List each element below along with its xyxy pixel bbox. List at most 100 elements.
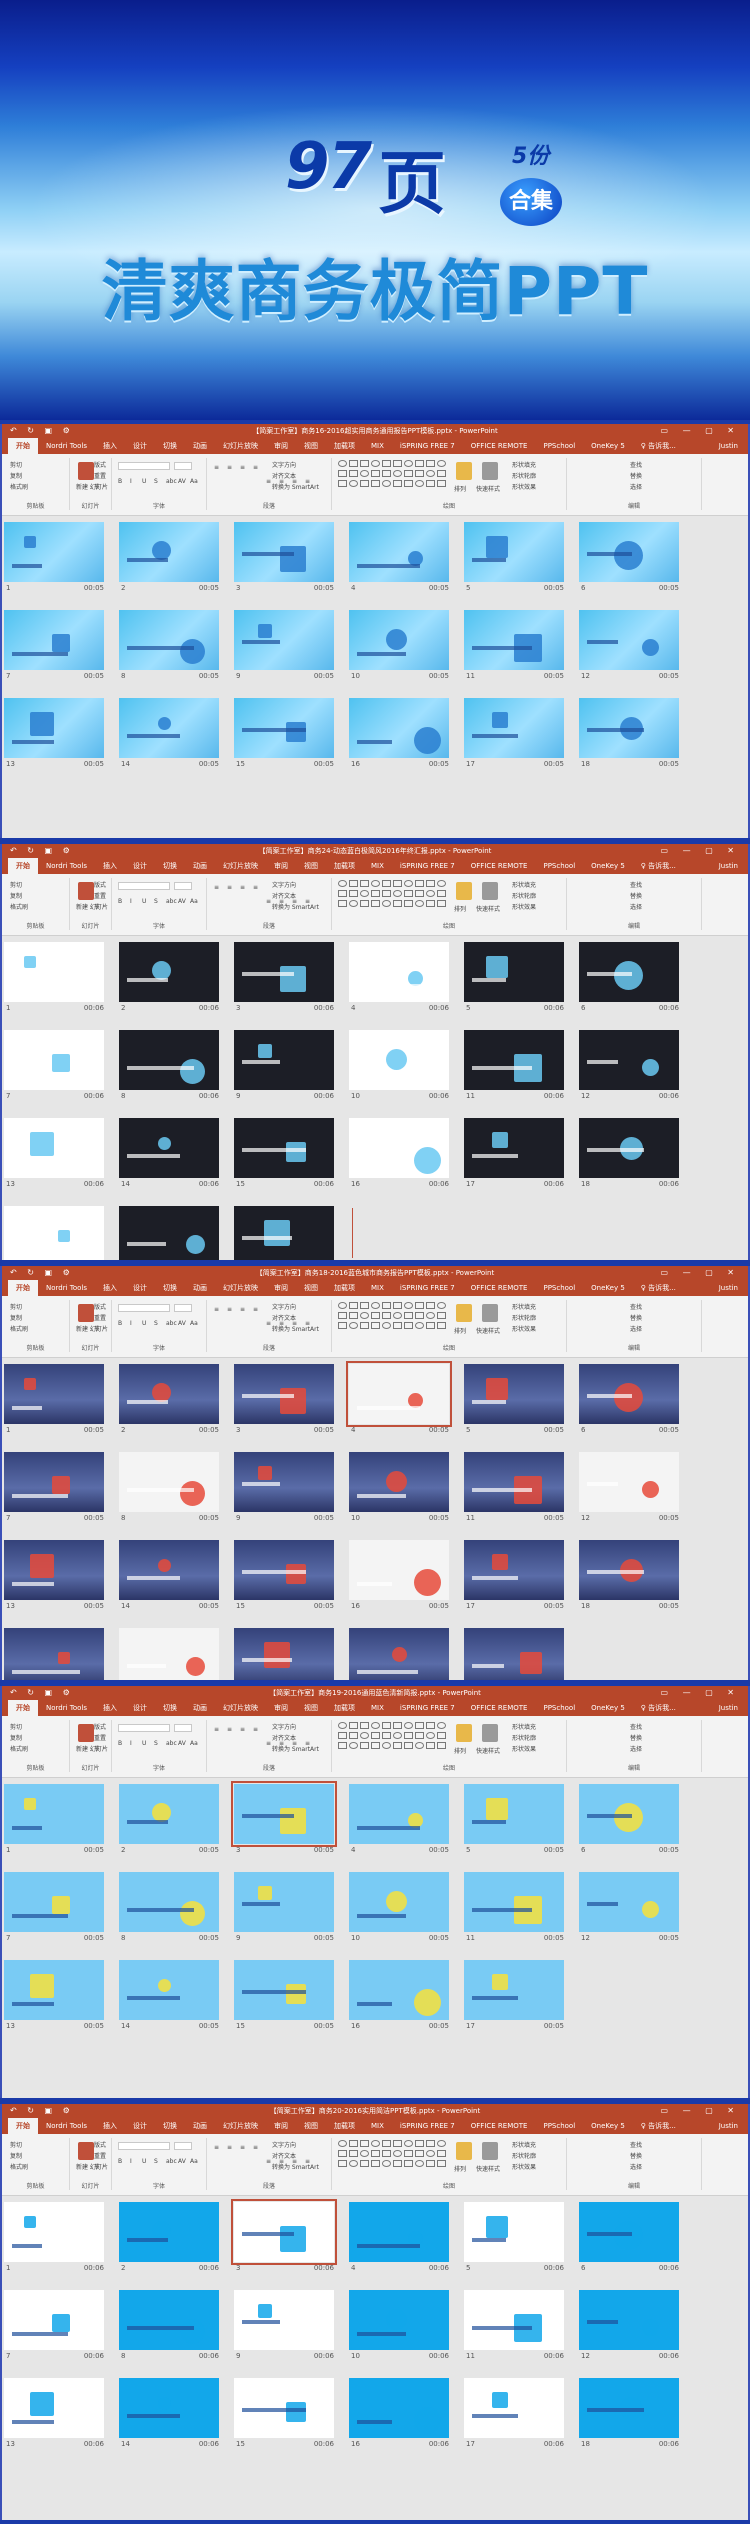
shape-gallery-item[interactable] xyxy=(360,2140,369,2147)
shape-gallery-item[interactable] xyxy=(338,2160,347,2167)
shape-gallery-item[interactable] xyxy=(371,460,380,467)
ribbon-tab[interactable]: 视图 xyxy=(296,1703,326,1713)
shape-gallery-item[interactable] xyxy=(437,470,446,477)
slide-thumbnail[interactable] xyxy=(4,2290,104,2350)
new-slide-icon[interactable] xyxy=(78,1304,94,1322)
ribbon-tab[interactable]: 加载项 xyxy=(326,2121,363,2131)
shape-gallery-item[interactable] xyxy=(426,900,435,907)
ribbon-tab[interactable]: 开始 xyxy=(8,858,38,874)
ribbon-tab[interactable]: 切换 xyxy=(155,1283,185,1293)
slide-thumbnail[interactable] xyxy=(579,942,679,1002)
edit-option[interactable]: 选择 xyxy=(630,482,642,491)
slide-thumbnail[interactable] xyxy=(464,2202,564,2262)
arrange-button[interactable]: 排列 xyxy=(454,1326,466,1335)
ribbon-tab[interactable]: iSPRING FREE 7 xyxy=(392,862,463,870)
shape-gallery-item[interactable] xyxy=(437,900,446,907)
slide-thumbnail[interactable] xyxy=(119,942,219,1002)
paragraph-icon[interactable]: ≡ xyxy=(240,1726,245,1733)
format-icon[interactable]: Aa xyxy=(190,2158,198,2165)
slide-thumbnail[interactable] xyxy=(464,1030,564,1090)
shape-gallery-item[interactable] xyxy=(371,470,380,477)
shape-gallery-item[interactable] xyxy=(437,1742,446,1749)
ribbon-tab[interactable]: 插入 xyxy=(95,2121,125,2131)
shape-gallery-item[interactable] xyxy=(426,460,435,467)
text-option[interactable]: 转换为 SmartArt xyxy=(272,1744,319,1753)
slide-thumbnail[interactable] xyxy=(349,522,449,582)
shape-gallery-item[interactable] xyxy=(382,1322,391,1329)
ribbon-tab[interactable]: OFFICE REMOTE xyxy=(463,2122,536,2130)
quick-styles-icon[interactable] xyxy=(482,462,498,480)
shape-gallery-item[interactable] xyxy=(382,1722,391,1729)
ribbon-tab[interactable]: OFFICE REMOTE xyxy=(463,442,536,450)
shape-gallery-item[interactable] xyxy=(393,880,402,887)
shape-option[interactable]: 形状轮廓 xyxy=(512,1313,536,1322)
slide-option[interactable]: 版式 xyxy=(94,1722,106,1731)
clipboard-button[interactable]: 剪切 xyxy=(10,1302,22,1311)
edit-option[interactable]: 替换 xyxy=(630,891,642,900)
clipboard-button[interactable]: 剪切 xyxy=(10,880,22,889)
shape-gallery-item[interactable] xyxy=(404,890,413,897)
shape-gallery-item[interactable] xyxy=(349,1732,358,1739)
format-icon[interactable]: B xyxy=(118,478,122,485)
shape-gallery-item[interactable] xyxy=(426,470,435,477)
ribbon-tab[interactable]: PPSchool xyxy=(535,2122,583,2130)
quick-access-toolbar[interactable]: ↶ ↻ ▣ ⚙ xyxy=(10,1686,74,1700)
paragraph-icon[interactable]: ≡ xyxy=(253,1306,258,1313)
slide-thumbnail[interactable] xyxy=(119,1118,219,1178)
shape-gallery-item[interactable] xyxy=(349,2160,358,2167)
ribbon-tab[interactable]: 加载项 xyxy=(326,441,363,451)
shape-gallery-item[interactable] xyxy=(393,890,402,897)
shape-gallery-item[interactable] xyxy=(338,1742,347,1749)
shape-gallery-item[interactable] xyxy=(404,470,413,477)
slide-option[interactable]: 重置 xyxy=(94,2151,106,2160)
slide-thumbnail[interactable] xyxy=(349,942,449,1002)
shape-option[interactable]: 形状效果 xyxy=(512,482,536,491)
shape-option[interactable]: 形状填充 xyxy=(512,880,536,889)
window-controls[interactable]: ▭ — ▢ ✕ xyxy=(661,1686,740,1700)
format-icon[interactable]: abc xyxy=(166,898,177,905)
ribbon-tab[interactable]: 切换 xyxy=(155,2121,185,2131)
ribbon-tab[interactable]: OneKey 5 xyxy=(583,862,633,870)
paragraph-icon[interactable]: ≡ xyxy=(253,2144,258,2151)
slide-thumbnail[interactable] xyxy=(119,2290,219,2350)
slide-thumbnail[interactable] xyxy=(4,942,104,1002)
clipboard-button[interactable]: 格式刷 xyxy=(10,1744,28,1753)
paragraph-icon[interactable]: ≡ xyxy=(240,464,245,471)
slide-option[interactable]: 节 xyxy=(94,482,100,491)
shape-gallery-item[interactable] xyxy=(415,470,424,477)
slide-thumbnail[interactable] xyxy=(579,2290,679,2350)
format-icon[interactable]: AV xyxy=(178,1740,186,1747)
shape-gallery-item[interactable] xyxy=(404,900,413,907)
paragraph-icon[interactable]: ≡ xyxy=(214,884,219,891)
shape-gallery-item[interactable] xyxy=(338,1302,347,1309)
slide-thumbnail[interactable] xyxy=(579,2202,679,2262)
arrange-button[interactable]: 排列 xyxy=(454,904,466,913)
slide-thumbnail[interactable] xyxy=(119,1206,219,1260)
ribbon-tab[interactable]: Nordri Tools xyxy=(38,1704,95,1712)
ribbon-tab[interactable]: 动画 xyxy=(185,2121,215,2131)
slide-thumbnail[interactable] xyxy=(464,1872,564,1932)
ribbon-tab[interactable]: MIX xyxy=(363,1704,392,1712)
slide-thumbnail[interactable] xyxy=(234,1118,334,1178)
slide-thumbnail[interactable] xyxy=(464,522,564,582)
slide-thumbnail[interactable] xyxy=(119,1364,219,1424)
clipboard-button[interactable]: 复制 xyxy=(10,1733,22,1742)
slide-thumbnail[interactable] xyxy=(579,522,679,582)
slide-thumbnail[interactable] xyxy=(579,1784,679,1844)
slide-thumbnail[interactable] xyxy=(464,1784,564,1844)
ribbon-tab[interactable]: ♀ 告诉我... xyxy=(633,441,684,451)
shape-gallery-item[interactable] xyxy=(371,1732,380,1739)
shape-gallery-item[interactable] xyxy=(338,2140,347,2147)
shape-gallery-item[interactable] xyxy=(437,460,446,467)
shape-gallery-item[interactable] xyxy=(338,1722,347,1729)
slide-thumbnail[interactable] xyxy=(349,2202,449,2262)
ribbon-tab[interactable]: 插入 xyxy=(95,441,125,451)
text-option[interactable]: 对齐文本 xyxy=(272,1733,296,1742)
slide-thumbnail[interactable] xyxy=(346,1361,452,1427)
shape-gallery-item[interactable] xyxy=(393,470,402,477)
shape-option[interactable]: 形状效果 xyxy=(512,1324,536,1333)
clipboard-button[interactable]: 格式刷 xyxy=(10,482,28,491)
shape-option[interactable]: 形状效果 xyxy=(512,2162,536,2171)
slide-thumbnail[interactable] xyxy=(119,2202,219,2262)
shape-gallery-item[interactable] xyxy=(360,1742,369,1749)
